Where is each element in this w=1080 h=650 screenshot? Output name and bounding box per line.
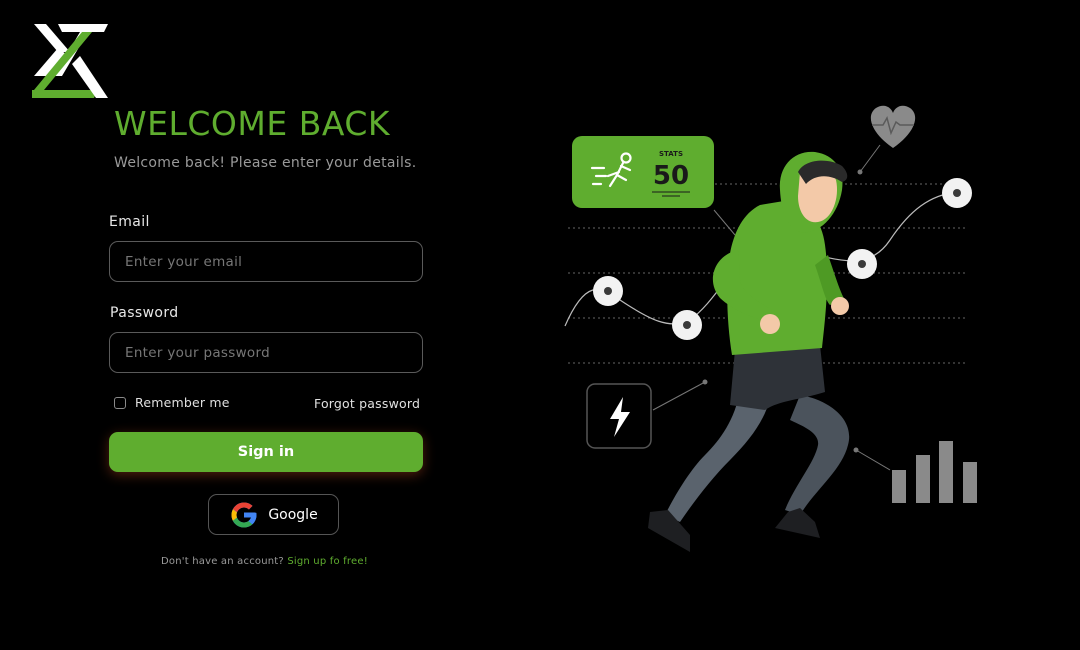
remember-label: Remember me xyxy=(135,395,230,410)
sign-in-button[interactable]: Sign in xyxy=(109,432,423,472)
signup-link[interactable]: Sign up fo free! xyxy=(287,556,368,567)
remember-checkbox[interactable] xyxy=(114,396,126,409)
signup-prompt: Don't have an account? xyxy=(161,556,284,567)
password-label: Password xyxy=(110,305,179,321)
google-icon xyxy=(231,502,257,527)
lightning-icon xyxy=(586,379,708,449)
bar-chart-icon xyxy=(853,441,977,503)
stats-value: 50 xyxy=(653,161,689,191)
heart-icon xyxy=(857,105,916,175)
remember-me[interactable]: Remember me xyxy=(114,395,230,410)
signup-row: Don't have an account? Sign up fo free! xyxy=(161,556,368,567)
stats-card: STATS 50 xyxy=(572,136,736,236)
page-subtitle: Welcome back! Please enter your details. xyxy=(114,155,417,171)
tk-logo-icon xyxy=(32,24,108,98)
email-field[interactable] xyxy=(109,241,423,282)
runner-figure xyxy=(648,151,850,552)
email-label: Email xyxy=(109,214,150,230)
password-field[interactable] xyxy=(109,332,423,373)
stats-caption: STATS xyxy=(659,150,683,158)
google-label: Google xyxy=(268,506,318,523)
google-sign-in-button[interactable]: Google xyxy=(208,494,339,535)
runner-illustration: STATS 50 xyxy=(564,105,977,552)
page-title: WELCOME BACK xyxy=(114,104,391,143)
forgot-password-link[interactable]: Forgot password xyxy=(314,396,420,411)
